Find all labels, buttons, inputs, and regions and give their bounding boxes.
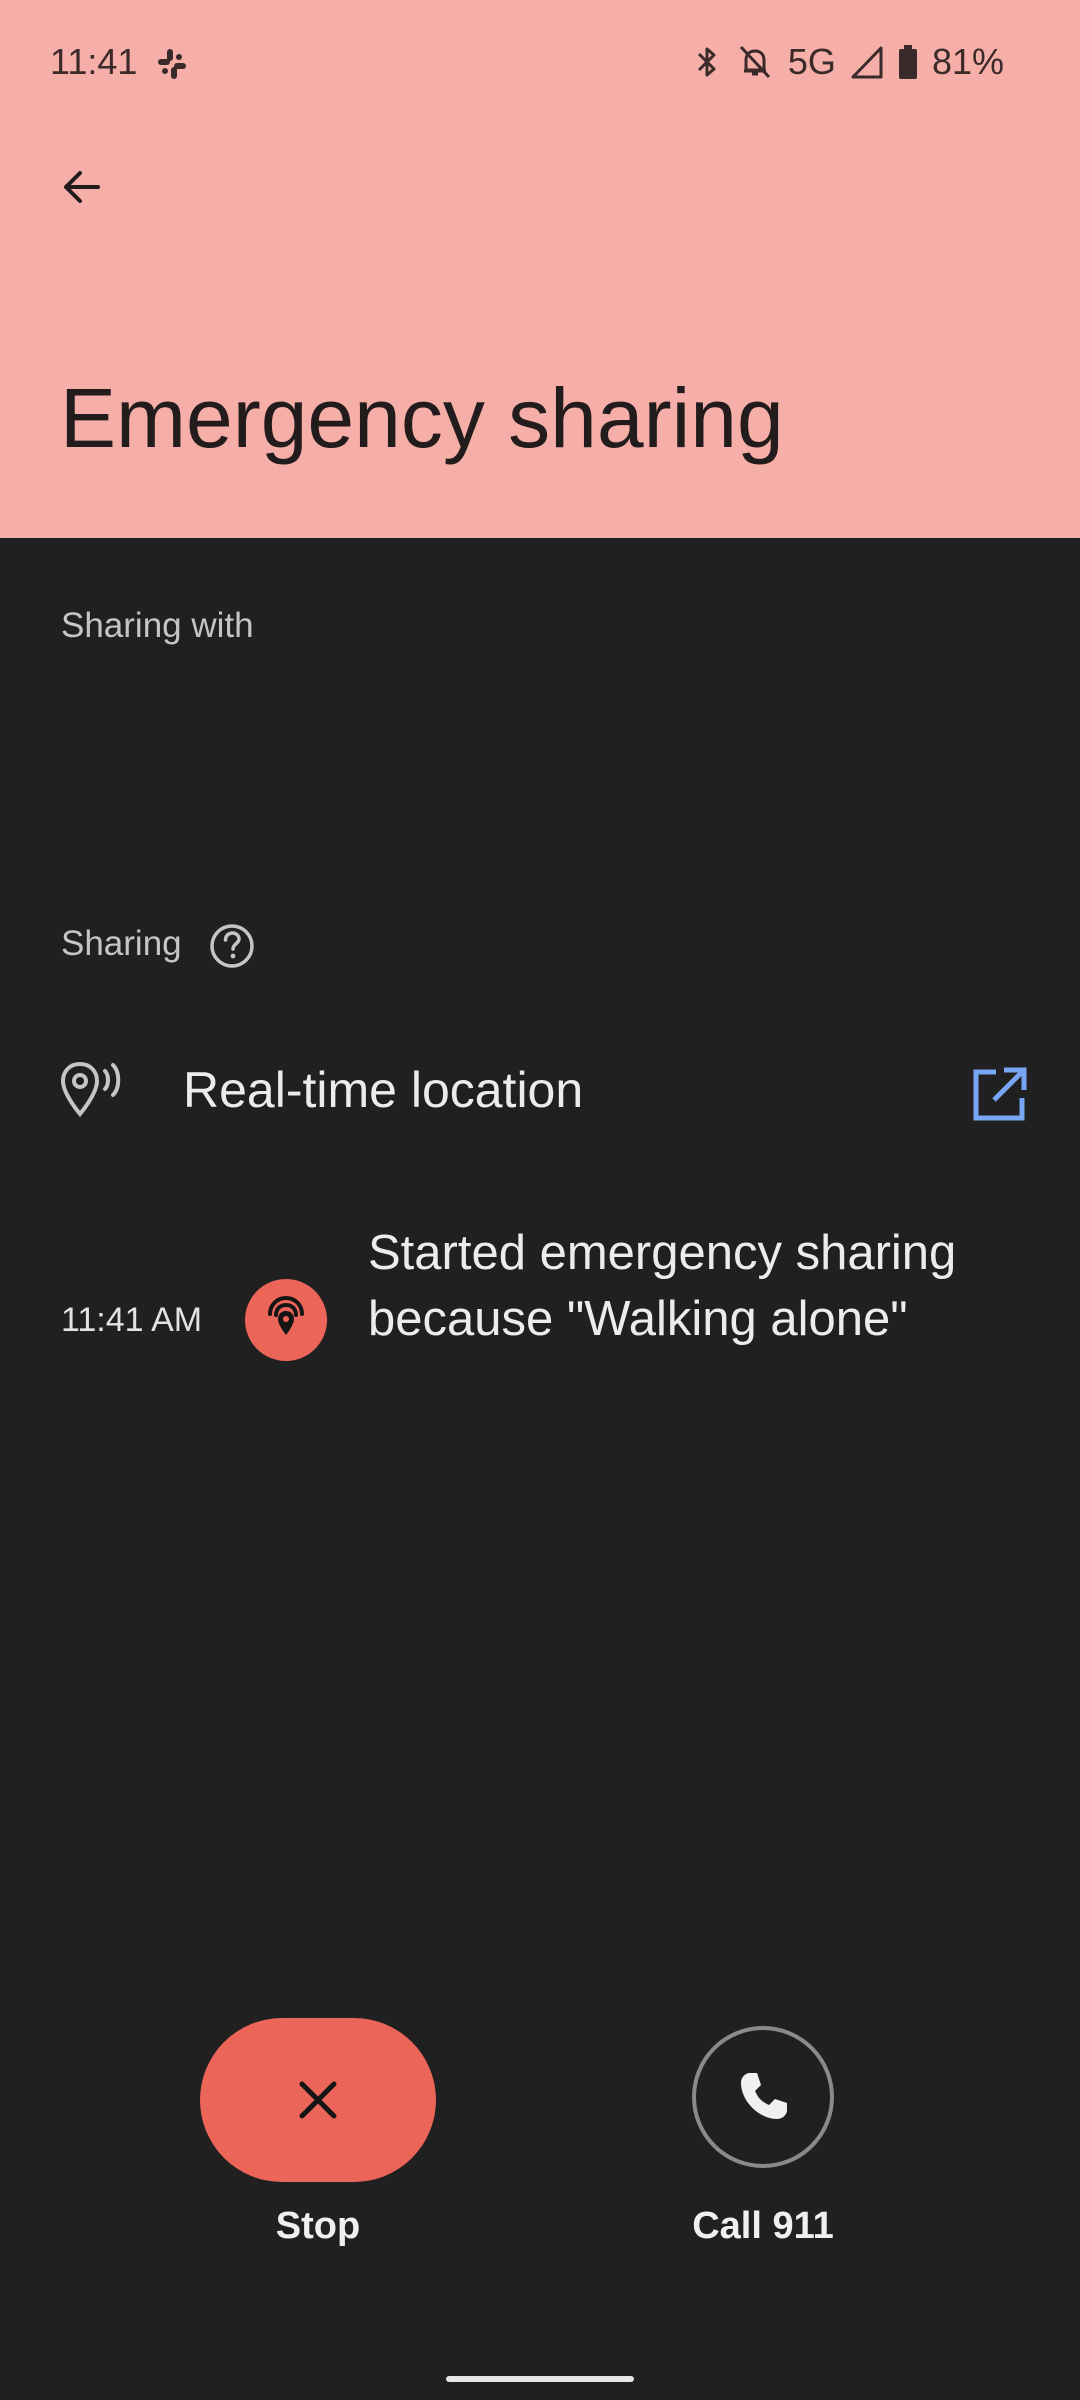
signal-icon [851,46,883,79]
slack-icon [158,49,186,79]
app-header: 11:41 5G 81% Emergency sharing [0,0,1080,538]
page-title: Emergency sharing [60,371,784,465]
network-type: 5G [787,41,836,82]
bell-off-icon [739,45,771,79]
event-description: Started emergency sharing because "Walki… [368,1226,957,1346]
open-external-icon[interactable] [968,1064,1030,1126]
sharing-label: Sharing [61,924,182,963]
battery-icon [898,45,917,79]
event-time: 11:41 AM [61,1301,203,1339]
home-indicator[interactable] [446,2376,634,2382]
close-icon [299,2081,337,2119]
status-time: 11:41 [50,41,138,82]
help-icon[interactable] [208,922,256,970]
battery-percent: 81% [931,41,1004,82]
location-sharing-icon [60,1061,121,1118]
bluetooth-icon [697,47,716,77]
sharing-with-label: Sharing with [61,606,254,645]
call-911-label: Call 911 [692,2205,834,2247]
event-badge [245,1279,327,1361]
stop-button[interactable] [200,2018,436,2182]
back-button[interactable] [40,145,124,229]
stop-label: Stop [275,2205,361,2247]
phone-icon [741,2073,787,2119]
arrow-back-icon [64,171,100,203]
emergency-sharing-icon [268,1295,304,1335]
real-time-location-label[interactable]: Real-time location [183,1057,583,1123]
status-icons: 5G 81% [692,40,1004,84]
call-911-button[interactable] [692,2026,834,2168]
